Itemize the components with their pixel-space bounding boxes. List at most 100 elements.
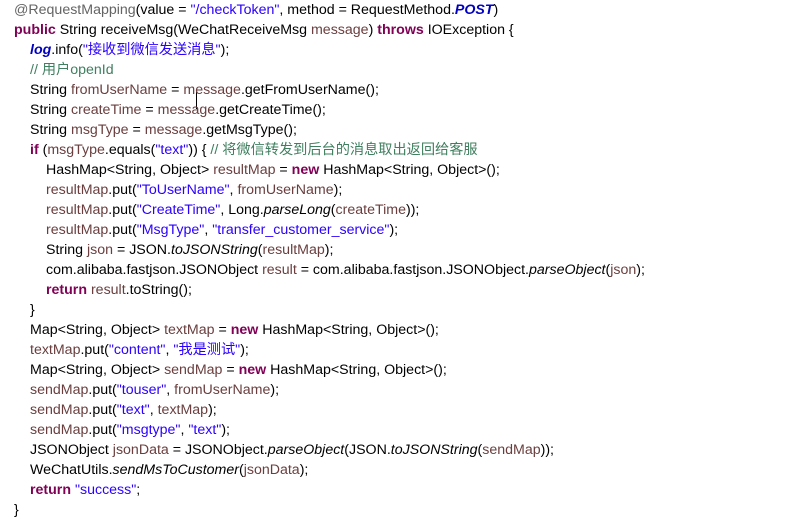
code-token: log bbox=[30, 42, 52, 58]
code-line[interactable]: return "success"; bbox=[30, 480, 140, 500]
code-token: fromUserName bbox=[71, 82, 168, 98]
code-token: sendMsToCustomer bbox=[112, 462, 239, 478]
code-line[interactable]: String fromUserName = message.getFromUse… bbox=[30, 80, 379, 100]
code-token: @RequestMapping bbox=[14, 2, 136, 18]
code-line[interactable]: log.info("接收到微信发送消息"); bbox=[30, 40, 229, 60]
code-token: ); bbox=[270, 382, 280, 398]
code-token: "success" bbox=[74, 482, 137, 498]
code-token: .getMsgType(); bbox=[202, 122, 297, 138]
code-token: ); bbox=[636, 262, 645, 278]
code-token: = bbox=[214, 322, 231, 338]
code-token: ) bbox=[493, 2, 499, 18]
code-token: // 将微信转发到后台的消息取出返回给客服 bbox=[210, 142, 478, 158]
code-token: ); bbox=[324, 242, 334, 258]
code-token: parseObject bbox=[529, 262, 606, 278]
code-line[interactable]: resultMap.put("ToUserName", fromUserName… bbox=[46, 180, 342, 200]
code-line[interactable]: HashMap<String, Object> resultMap = new … bbox=[46, 160, 500, 180]
code-line[interactable]: com.alibaba.fastjson.JSONObject result =… bbox=[46, 260, 645, 280]
code-token: resultMap bbox=[46, 222, 109, 238]
code-token: createTime bbox=[71, 102, 142, 118]
code-token: json bbox=[87, 242, 114, 258]
code-token: "text" bbox=[155, 142, 189, 158]
code-token: jsonData bbox=[112, 442, 169, 458]
code-line[interactable]: } bbox=[14, 500, 19, 520]
code-line[interactable]: String msgType = message.getMsgType(); bbox=[30, 120, 297, 140]
code-token: HashMap<String, Object>(); bbox=[266, 362, 447, 378]
code-token: .getFromUserName(); bbox=[240, 82, 379, 98]
code-token: ); bbox=[208, 402, 217, 418]
code-token: msgType bbox=[71, 122, 129, 138]
code-token: ) bbox=[368, 22, 378, 38]
code-token: .toString(); bbox=[125, 282, 192, 298]
code-token: , bbox=[166, 382, 175, 398]
code-token: (value = bbox=[135, 2, 191, 18]
code-line[interactable]: // 用户openId bbox=[30, 60, 114, 80]
code-token: Map<String, Object> bbox=[30, 322, 165, 338]
code-line[interactable]: String createTime = message.getCreateTim… bbox=[30, 100, 326, 120]
code-token: = bbox=[141, 102, 158, 118]
code-token: fromUserName bbox=[237, 182, 334, 198]
code-token: message bbox=[144, 122, 203, 138]
code-line[interactable]: WeChatUtils.sendMsToCustomer(jsonData); bbox=[30, 460, 308, 480]
code-token: Map<String, Object> bbox=[30, 362, 165, 378]
code-token: createTime bbox=[335, 202, 406, 218]
code-token: "text" bbox=[116, 402, 150, 418]
code-token: com.alibaba.fastjson.JSONObject bbox=[46, 262, 263, 278]
code-line[interactable]: String json = JSON.toJSONString(resultMa… bbox=[46, 240, 333, 260]
code-token: = bbox=[128, 122, 145, 138]
code-line[interactable]: if (msgType.equals("text")) { // 将微信转发到后… bbox=[30, 140, 478, 160]
code-line[interactable]: Map<String, Object> sendMap = new HashMa… bbox=[30, 360, 447, 380]
code-token: ); bbox=[333, 182, 343, 198]
code-token: "text" bbox=[188, 422, 222, 438]
code-token: ); bbox=[389, 222, 399, 238]
code-token: = JSON. bbox=[113, 242, 171, 258]
code-line[interactable]: JSONObject jsonData = JSONObject.parseOb… bbox=[30, 440, 554, 460]
code-token: jsonData bbox=[243, 462, 300, 478]
code-line[interactable]: @RequestMapping(value = "/checkToken", m… bbox=[14, 0, 498, 20]
code-token: HashMap<String, Object>(); bbox=[319, 162, 500, 178]
code-token: } bbox=[14, 502, 19, 518]
code-token: (JSON. bbox=[344, 442, 391, 458]
code-token: fromUserName bbox=[174, 382, 271, 398]
code-line[interactable]: sendMap.put("msgtype", "text"); bbox=[30, 420, 230, 440]
code-line[interactable]: sendMap.put("touser", fromUserName); bbox=[30, 380, 279, 400]
code-token: .put( bbox=[88, 402, 117, 418]
code-token: "ToUserName" bbox=[136, 182, 230, 198]
code-line[interactable]: return result.toString(); bbox=[46, 280, 192, 300]
code-line[interactable]: sendMap.put("text", textMap); bbox=[30, 400, 217, 420]
code-token: message bbox=[157, 102, 216, 118]
code-token: .info( bbox=[51, 42, 83, 58]
code-token: )); bbox=[405, 202, 420, 218]
code-token: "我是测试" bbox=[173, 342, 241, 358]
code-token: sendMap bbox=[30, 382, 89, 398]
code-token: resultMap bbox=[213, 162, 276, 178]
code-token: = bbox=[167, 82, 184, 98]
code-line[interactable]: textMap.put("content", "我是测试"); bbox=[30, 340, 249, 360]
code-token: .getCreateTime(); bbox=[215, 102, 326, 118]
code-token: .put( bbox=[108, 202, 137, 218]
code-token: , method = RequestMethod. bbox=[279, 2, 455, 18]
code-token: IOException { bbox=[423, 22, 514, 38]
code-token: POST bbox=[454, 2, 494, 18]
code-token: public bbox=[14, 22, 56, 38]
code-token: // 用户openId bbox=[30, 62, 114, 78]
code-token: new bbox=[230, 322, 259, 338]
code-line[interactable]: Map<String, Object> textMap = new HashMa… bbox=[30, 320, 439, 340]
code-token: HashMap<String, Object>(); bbox=[258, 322, 439, 338]
code-line[interactable]: resultMap.put("MsgType", "transfer_custo… bbox=[46, 220, 398, 240]
code-token: message bbox=[183, 82, 241, 98]
code-editor[interactable]: @RequestMapping(value = "/checkToken", m… bbox=[0, 0, 805, 526]
code-token: resultMap bbox=[262, 242, 325, 258]
code-token: resultMap bbox=[46, 202, 109, 218]
code-line[interactable]: public String receiveMsg(WeChatReceiveMs… bbox=[14, 20, 514, 40]
code-token: ); bbox=[240, 342, 249, 358]
code-token: parseLong bbox=[263, 202, 331, 218]
code-line[interactable]: resultMap.put("CreateTime", Long.parseLo… bbox=[46, 200, 419, 220]
code-token: String bbox=[46, 242, 88, 258]
code-token: new bbox=[291, 162, 320, 178]
code-token: = bbox=[222, 362, 239, 378]
code-token: "CreateTime" bbox=[136, 202, 221, 218]
code-token: .put( bbox=[108, 182, 137, 198]
code-token: = com.alibaba.fastjson.JSONObject. bbox=[296, 262, 529, 278]
code-line[interactable]: } bbox=[30, 300, 35, 320]
